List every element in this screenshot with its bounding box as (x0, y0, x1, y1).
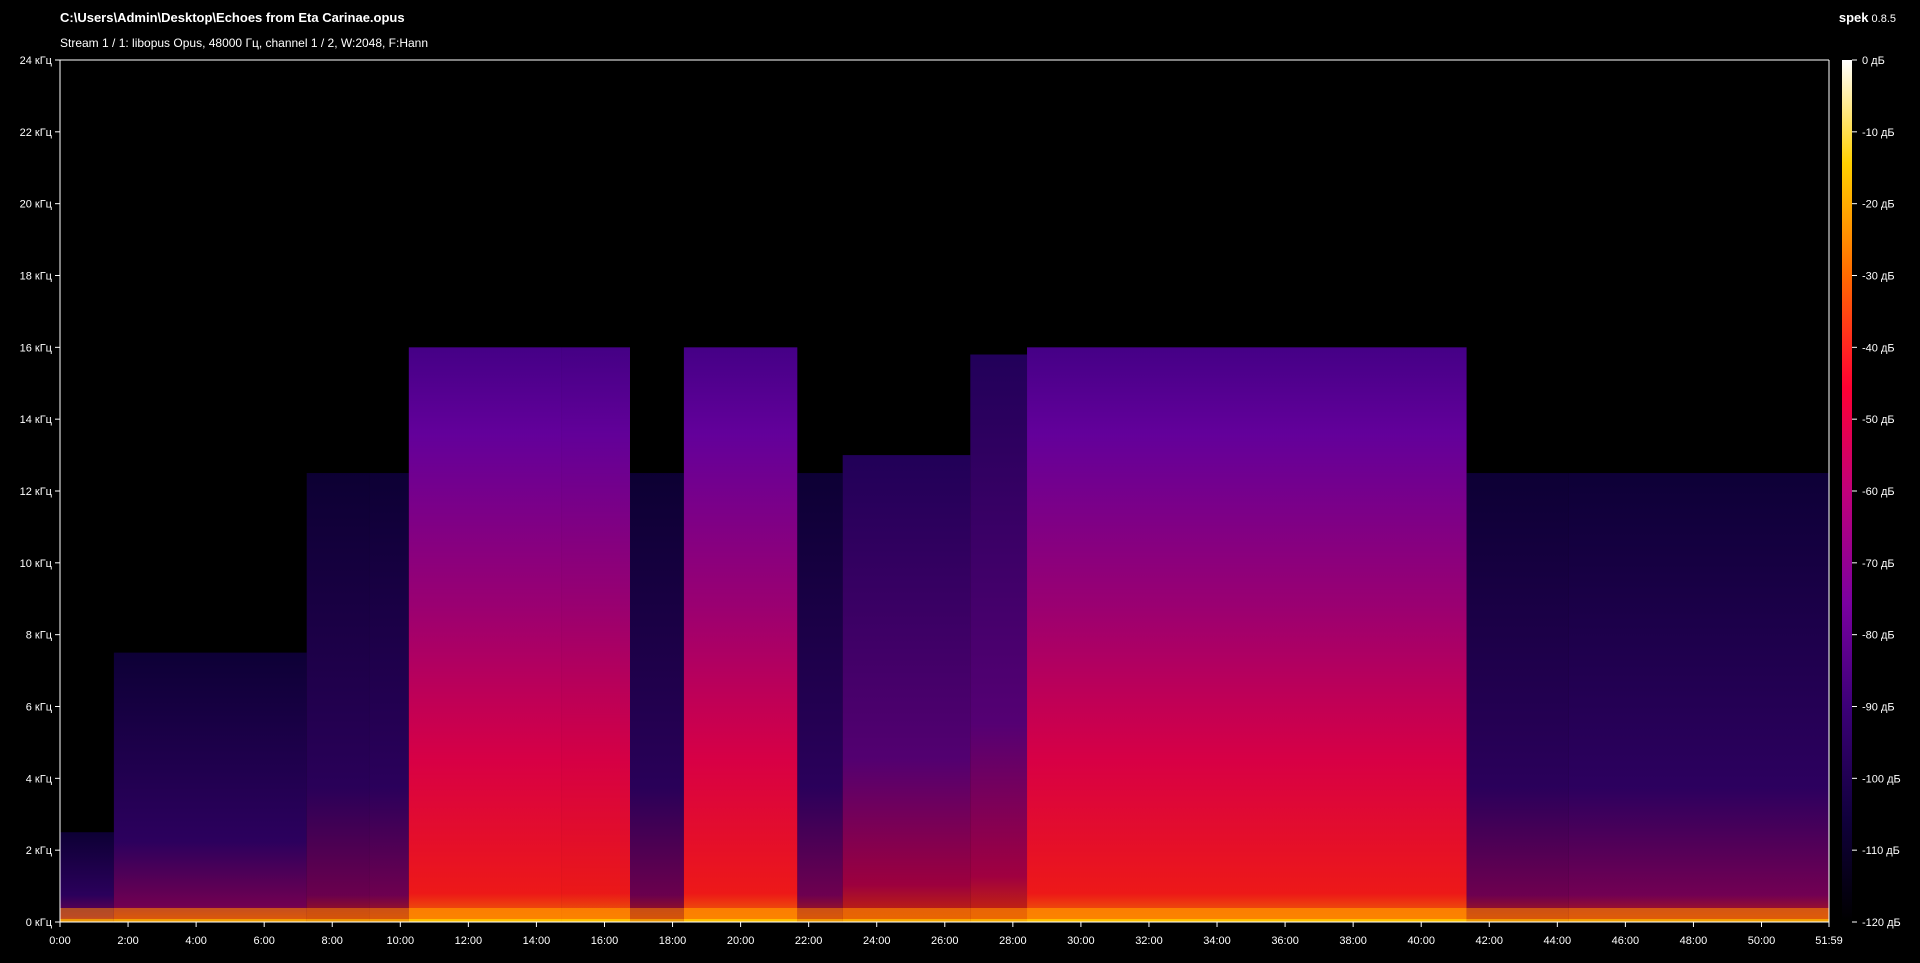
colorbar-axis: 0 дБ -10 дБ -20 дБ -30 дБ -40 дБ -50 дБ -60 дБ… (1852, 55, 1901, 929)
time-axis: 0:00 2:00 4:00 6:00 8:00 10:00 12:00 14:00 16:00… (49, 922, 1843, 947)
spek-window: C:\Users\Admin\Desktop\Echoes from Eta C… (0, 0, 1920, 963)
x-tick-label: 12:00 (455, 935, 483, 947)
spectrogram-segment (306, 473, 370, 922)
y-tick-label: 14 кГц (20, 414, 53, 426)
x-tick-label: 4:00 (185, 935, 206, 947)
spectrogram-segment (970, 354, 1028, 922)
y-tick-label: 12 кГц (20, 486, 53, 498)
spectrogram-segment (561, 347, 631, 922)
x-tick-label: 36:00 (1271, 935, 1299, 947)
x-tick-label: 24:00 (863, 935, 891, 947)
colorbar-tick-label: -110 дБ (1862, 845, 1900, 857)
colorbar-tick-label: -70 дБ (1862, 558, 1895, 570)
x-tick-label: 48:00 (1680, 935, 1708, 947)
spectrogram-segment (797, 473, 843, 922)
colorbar-tick-label: 0 дБ (1862, 55, 1885, 67)
colorbar-tick-label: -10 дБ (1862, 127, 1895, 139)
colorbar-tick-label: -60 дБ (1862, 486, 1895, 498)
y-tick-label: 20 кГц (20, 199, 53, 211)
x-tick-label: 10:00 (387, 935, 415, 947)
colorbar-tick-label: -20 дБ (1862, 199, 1895, 211)
x-tick-label: 44:00 (1544, 935, 1572, 947)
spectrogram-segment (630, 473, 684, 922)
x-tick-label: 32:00 (1135, 935, 1163, 947)
y-tick-label: 0 кГц (26, 917, 53, 929)
x-tick-label: 50:00 (1748, 935, 1776, 947)
colorbar-tick-label: -80 дБ (1862, 630, 1895, 642)
spectrogram-segment (408, 347, 562, 922)
x-tick-label: 46:00 (1612, 935, 1640, 947)
y-tick-label: 4 кГц (26, 773, 53, 785)
x-tick-label: 51:59 (1815, 935, 1843, 947)
x-tick-label: 0:00 (49, 935, 70, 947)
colorbar-tick-label: -40 дБ (1862, 342, 1895, 354)
y-tick-label: 8 кГц (26, 630, 53, 642)
spectrogram-segment (842, 455, 971, 922)
y-tick-label: 6 кГц (26, 702, 53, 714)
y-tick-label: 24 кГц (20, 55, 53, 67)
y-tick-label: 16 кГц (20, 342, 53, 354)
spectrogram-segment (1568, 473, 1829, 922)
x-tick-label: 30:00 (1067, 935, 1095, 947)
colorbar-tick-label: -100 дБ (1862, 773, 1901, 785)
spectrogram-segments (60, 347, 1829, 922)
x-tick-label: 38:00 (1339, 935, 1367, 947)
colorbar (1842, 60, 1852, 922)
y-tick-label: 10 кГц (20, 558, 53, 570)
spectrogram-segment (683, 347, 798, 922)
x-tick-label: 28:00 (999, 935, 1027, 947)
colorbar-tick-label: -50 дБ (1862, 414, 1895, 426)
y-tick-label: 22 кГц (20, 127, 53, 139)
colorbar-tick-label: -30 дБ (1862, 271, 1895, 283)
x-tick-label: 14:00 (523, 935, 551, 947)
x-tick-label: 6:00 (253, 935, 274, 947)
x-tick-label: 40:00 (1407, 935, 1435, 947)
x-tick-label: 26:00 (931, 935, 959, 947)
spectrogram-segment (1466, 473, 1569, 922)
colorbar-tick-label: -90 дБ (1862, 702, 1895, 714)
x-tick-label: 16:00 (591, 935, 619, 947)
spectrogram-chart: 0 кГц 2 кГц 4 кГц 6 кГц 8 кГц 10 кГц 12 кГц 14 … (20, 55, 1901, 947)
y-tick-label: 18 кГц (20, 271, 53, 283)
x-tick-label: 2:00 (117, 935, 138, 947)
colorbar-tick-label: -120 дБ (1862, 917, 1901, 929)
spectrogram-segment (369, 473, 409, 922)
x-tick-label: 20:00 (727, 935, 755, 947)
spectrogram-segment (1027, 347, 1467, 922)
frequency-axis: 0 кГц 2 кГц 4 кГц 6 кГц 8 кГц 10 кГц 12 кГц 14 … (20, 55, 60, 929)
spectrogram-segment (113, 652, 307, 922)
x-tick-label: 22:00 (795, 935, 823, 947)
x-tick-label: 18:00 (659, 935, 687, 947)
x-tick-label: 34:00 (1203, 935, 1231, 947)
y-tick-label: 2 кГц (26, 845, 53, 857)
x-tick-label: 8:00 (322, 935, 343, 947)
x-tick-label: 42:00 (1476, 935, 1504, 947)
